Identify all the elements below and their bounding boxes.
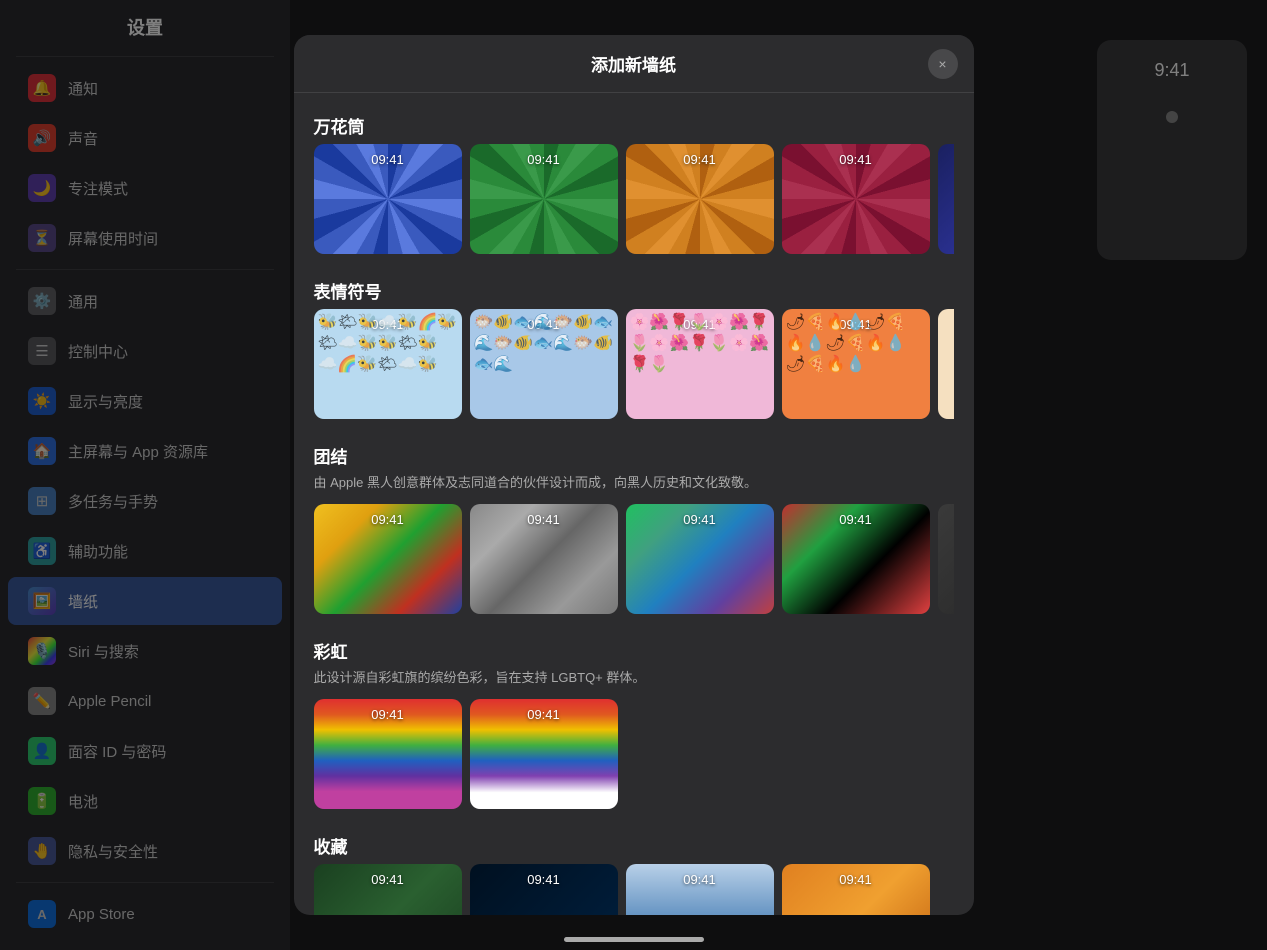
modal-header: 添加新墙纸 × — [294, 35, 974, 93]
wallpaper-time: 09:41 — [938, 317, 954, 332]
pride-grid: 09:41 09:41 — [314, 699, 954, 809]
section-kaleidoscope: 万花筒 09:41 09:41 09:41 09:41 09:4 — [314, 113, 954, 254]
modal-title: 添加新墙纸 — [591, 51, 676, 76]
wallpaper-thumb[interactable]: 09:41 — [470, 699, 618, 809]
wallpaper-thumb[interactable]: 09:41 — [314, 144, 462, 254]
section-emoji: 表情符号 09:41 🐝🌤🐝☁️🐝🌈🐝🌤☁️🐝🐝🌤🐝☁️🌈🐝🌤☁️🐝 09:41… — [314, 278, 954, 419]
favorites-grid: 09:41 09:41 你好 09:41 09:41 — [314, 864, 954, 915]
wallpaper-thumb[interactable]: 09:41 — [470, 144, 618, 254]
wallpaper-thumb[interactable]: 09:41 🌶🍕🔥💧🌶🍕🔥💧🌶🍕🔥💧🌶🍕🔥💧 — [782, 309, 930, 419]
wallpaper-thumb[interactable]: 09:41 — [938, 144, 954, 254]
wallpaper-thumb[interactable]: 09:41 你好 — [470, 864, 618, 915]
section-title-unity: 团结 — [314, 443, 954, 468]
emoji-content: 🐡🐠🐟🌊🐡🐠🐟🌊🐡🐠🐟🌊🐡🐠🐟🌊 — [470, 309, 618, 419]
wallpaper-thumb[interactable]: 09:41 — [782, 504, 930, 614]
section-title-favorites: 收藏 — [314, 833, 954, 858]
wallpaper-time: 09:41 — [470, 872, 618, 887]
kaleidoscope-grid: 09:41 09:41 09:41 09:41 09:41 — [314, 144, 954, 254]
wallpaper-thumb[interactable]: 09:41 — [938, 504, 954, 614]
wallpaper-thumb[interactable]: 09:41 — [470, 504, 618, 614]
emoji-grid: 09:41 🐝🌤🐝☁️🐝🌈🐝🌤☁️🐝🐝🌤🐝☁️🌈🐝🌤☁️🐝 09:41 🐡🐠🐟🌊… — [314, 309, 954, 419]
add-wallpaper-modal: 添加新墙纸 × 万花筒 09:41 09:41 09:41 — [294, 35, 974, 915]
wallpaper-time: 09:41 — [314, 512, 462, 527]
wallpaper-time: 09:41 — [938, 512, 954, 527]
wallpaper-thumb[interactable]: 09:41 — [314, 864, 462, 915]
section-unity: 团结 由 Apple 黑人创意群体及志同道合的伙伴设计而成，向黑人历史和文化致敬… — [314, 443, 954, 614]
emoji-content: 🌸🌺🌹🌷🌸🌺🌹🌷🌸🌺🌹🌷🌸🌺🌹🌷 — [626, 309, 774, 419]
wallpaper-time: 09:41 — [782, 152, 930, 167]
section-desc-unity: 由 Apple 黑人创意群体及志同道合的伙伴设计而成，向黑人历史和文化致敬。 — [314, 474, 954, 492]
wallpaper-thumb[interactable]: 09:41 — [626, 504, 774, 614]
wallpaper-time: 09:41 — [470, 707, 618, 722]
wallpaper-time: 09:41 — [782, 512, 930, 527]
wallpaper-thumb[interactable]: 09:41 — [314, 699, 462, 809]
wallpaper-time: 09:41 — [470, 152, 618, 167]
section-pride: 彩虹 此设计源自彩虹旗的缤纷色彩，旨在支持 LGBTQ+ 群体。 09:41 0… — [314, 638, 954, 809]
section-title-emoji: 表情符号 — [314, 278, 954, 303]
section-favorites: 收藏 09:41 09:41 你好 09:41 09:41 — [314, 833, 954, 915]
wallpaper-thumb[interactable]: 09:41 🌸🌺🌹🌷🌸🌺🌹🌷🌸🌺🌹🌷🌸🌺🌹🌷 — [626, 309, 774, 419]
home-indicator — [564, 937, 704, 942]
wallpaper-thumb[interactable]: 09:41 — [938, 309, 954, 419]
wallpaper-time: 09:41 — [626, 872, 774, 887]
wallpaper-thumb[interactable]: 09:41 — [782, 864, 930, 915]
modal-body[interactable]: 万花筒 09:41 09:41 09:41 09:41 09:4 — [294, 93, 974, 915]
wallpaper-time: 09:41 — [314, 707, 462, 722]
wallpaper-time: 09:41 — [782, 872, 930, 887]
wallpaper-thumb[interactable]: 09:41 — [626, 144, 774, 254]
modal-close-button[interactable]: × — [928, 49, 958, 79]
section-title-kaleidoscope: 万花筒 — [314, 113, 954, 138]
wallpaper-time: 09:41 — [626, 512, 774, 527]
emoji-content: 🌶🍕🔥💧🌶🍕🔥💧🌶🍕🔥💧🌶🍕🔥💧 — [782, 309, 930, 419]
wallpaper-time: 09:41 — [314, 872, 462, 887]
wallpaper-thumb[interactable]: 09:41 — [314, 504, 462, 614]
wallpaper-time: 09:41 — [314, 152, 462, 167]
wallpaper-time: 09:41 — [626, 152, 774, 167]
wallpaper-time: 09:41 — [470, 512, 618, 527]
wallpaper-thumb[interactable]: 09:41 — [782, 144, 930, 254]
emoji-content: 🐝🌤🐝☁️🐝🌈🐝🌤☁️🐝🐝🌤🐝☁️🌈🐝🌤☁️🐝 — [314, 309, 462, 419]
wallpaper-time: 09:41 — [938, 152, 954, 167]
modal-overlay: 添加新墙纸 × 万花筒 09:41 09:41 09:41 — [0, 0, 1267, 950]
wallpaper-thumb[interactable]: 09:41 🐡🐠🐟🌊🐡🐠🐟🌊🐡🐠🐟🌊🐡🐠🐟🌊 — [470, 309, 618, 419]
wallpaper-thumb[interactable]: 09:41 🐝🌤🐝☁️🐝🌈🐝🌤☁️🐝🐝🌤🐝☁️🌈🐝🌤☁️🐝 — [314, 309, 462, 419]
section-title-pride: 彩虹 — [314, 638, 954, 663]
unity-grid: 09:41 09:41 09:41 09:41 09:41 — [314, 504, 954, 614]
section-desc-pride: 此设计源自彩虹旗的缤纷色彩，旨在支持 LGBTQ+ 群体。 — [314, 669, 954, 687]
wallpaper-thumb[interactable]: 09:41 — [626, 864, 774, 915]
